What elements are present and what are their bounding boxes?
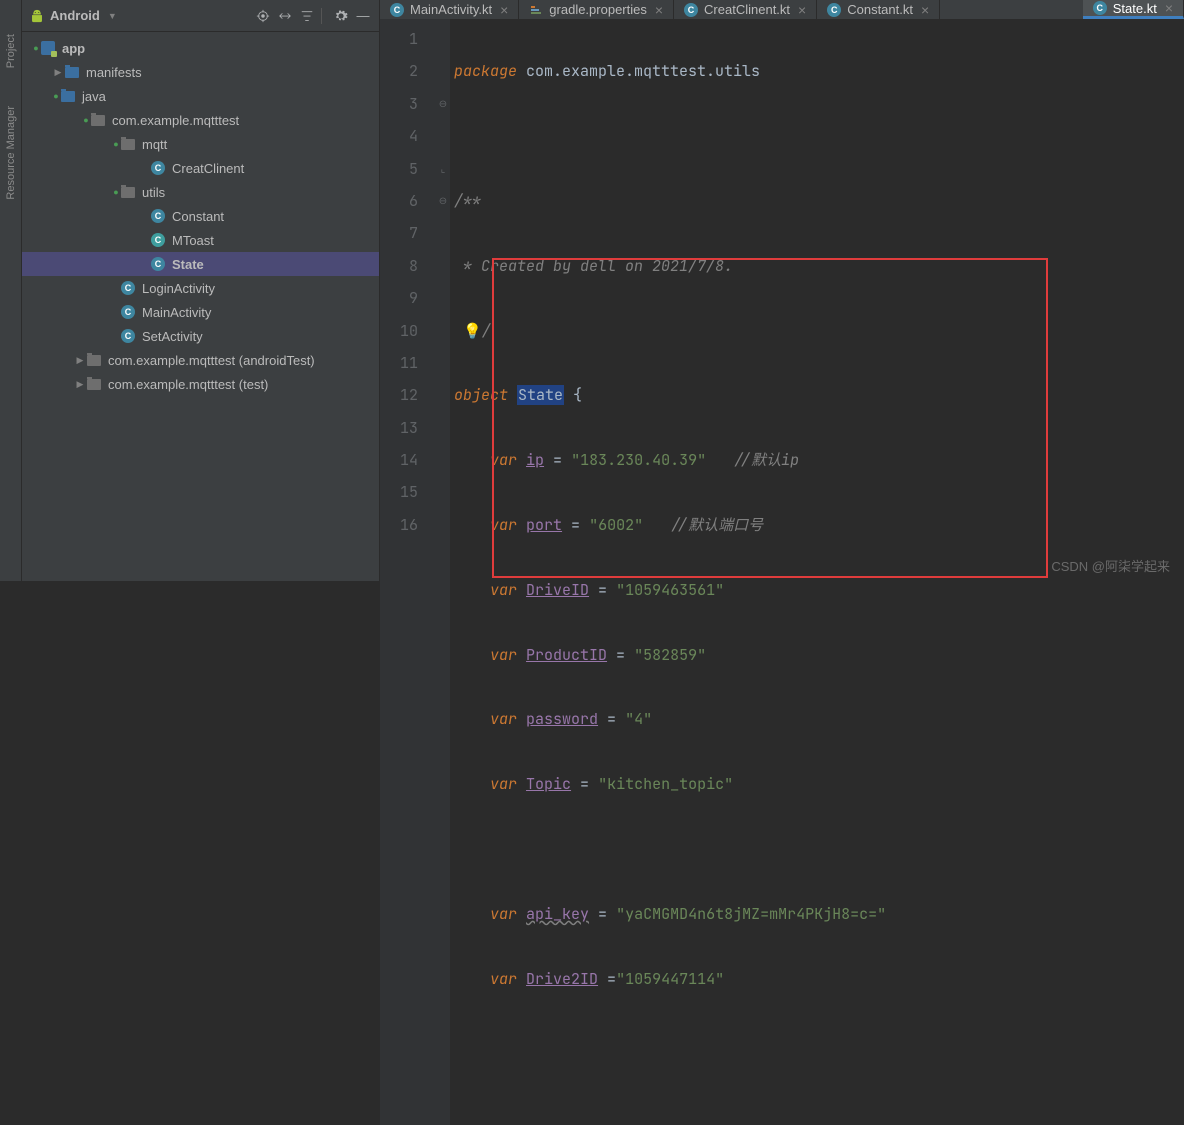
- project-tree: ●app ▶manifests ●java ●com.example.mqttt…: [22, 32, 379, 581]
- tab-gradle-properties[interactable]: gradle.properties×: [519, 0, 674, 19]
- tree-java[interactable]: ●java: [22, 84, 379, 108]
- properties-file-icon: [531, 6, 541, 14]
- intention-bulb-icon[interactable]: 💡: [463, 321, 482, 341]
- filter-icon[interactable]: [299, 8, 315, 24]
- folder-icon: [65, 67, 79, 78]
- tab-mainactivity[interactable]: CMainActivity.kt×: [380, 0, 519, 19]
- tree-pkg-main[interactable]: ●com.example.mqtttest: [22, 108, 379, 132]
- select-target-icon[interactable]: [255, 8, 271, 24]
- tree-file-mtoast[interactable]: CMToast: [22, 228, 379, 252]
- android-icon: [30, 9, 44, 23]
- package-icon: [87, 355, 101, 366]
- folder-icon: [61, 91, 75, 102]
- package-icon: [121, 139, 135, 150]
- close-icon[interactable]: ×: [500, 2, 508, 18]
- tree-manifests[interactable]: ▶manifests: [22, 60, 379, 84]
- fold-gutter: ⊖⌞⊖: [436, 19, 450, 1125]
- kotlin-class-icon: C: [121, 281, 135, 295]
- tree-file-login[interactable]: CLoginActivity: [22, 276, 379, 300]
- tree-file-creatclinent[interactable]: CCreatClinent: [22, 156, 379, 180]
- close-icon[interactable]: ×: [655, 2, 663, 18]
- line-number-gutter: 12345678910111213141516: [380, 19, 436, 1125]
- editor-area: CMainActivity.kt× gradle.properties× CCr…: [380, 0, 1184, 581]
- package-icon: [121, 187, 135, 198]
- editor-tabs: CMainActivity.kt× gradle.properties× CCr…: [380, 0, 1184, 19]
- close-icon[interactable]: ×: [921, 2, 929, 18]
- gear-icon[interactable]: [333, 8, 349, 24]
- kotlin-file-icon: C: [390, 3, 404, 17]
- kotlin-file-icon: C: [684, 3, 698, 17]
- watermark: CSDN @阿柒学起来: [1051, 556, 1170, 575]
- module-icon: [41, 41, 55, 55]
- tree-app[interactable]: ●app: [22, 36, 379, 60]
- package-icon: [91, 115, 105, 126]
- view-selector[interactable]: Android: [50, 8, 100, 23]
- tool-window-strip: Project Resource Manager: [0, 0, 22, 581]
- tree-pkg-utils[interactable]: ●utils: [22, 180, 379, 204]
- tree-pkg-test[interactable]: ▶com.example.mqtttest (test): [22, 372, 379, 396]
- chevron-down-icon: ▼: [108, 11, 117, 21]
- close-icon[interactable]: ×: [798, 2, 806, 18]
- kotlin-class-icon: C: [151, 233, 165, 247]
- tree-file-main[interactable]: CMainActivity: [22, 300, 379, 324]
- sidebar-header: Android ▼ —: [22, 0, 379, 32]
- kotlin-class-icon: C: [121, 329, 135, 343]
- hide-icon[interactable]: —: [355, 8, 371, 24]
- resource-manager-tab[interactable]: Resource Manager: [5, 102, 17, 204]
- kotlin-class-icon: C: [151, 161, 165, 175]
- package-icon: [87, 379, 101, 390]
- project-sidebar: Android ▼ — ●app ▶manifests ●java ●com.e…: [22, 0, 380, 581]
- tree-pkg-mqtt[interactable]: ●mqtt: [22, 132, 379, 156]
- close-icon[interactable]: ×: [1165, 0, 1173, 16]
- kotlin-class-icon: C: [121, 305, 135, 319]
- tree-file-constant[interactable]: CConstant: [22, 204, 379, 228]
- tab-constant[interactable]: CConstant.kt×: [817, 0, 940, 19]
- kotlin-file-icon: C: [827, 3, 841, 17]
- kotlin-class-icon: C: [151, 257, 165, 271]
- kotlin-class-icon: C: [151, 209, 165, 223]
- tree-file-state[interactable]: CState: [22, 252, 379, 276]
- split-icon[interactable]: [277, 8, 293, 24]
- tree-pkg-androidtest[interactable]: ▶com.example.mqtttest (androidTest): [22, 348, 379, 372]
- project-tool-tab[interactable]: Project: [5, 30, 17, 72]
- kotlin-file-icon: C: [1093, 1, 1107, 15]
- tab-creatclinent[interactable]: CCreatClinent.kt×: [674, 0, 817, 19]
- tree-file-set[interactable]: CSetActivity: [22, 324, 379, 348]
- tab-state[interactable]: CState.kt×: [1083, 0, 1184, 19]
